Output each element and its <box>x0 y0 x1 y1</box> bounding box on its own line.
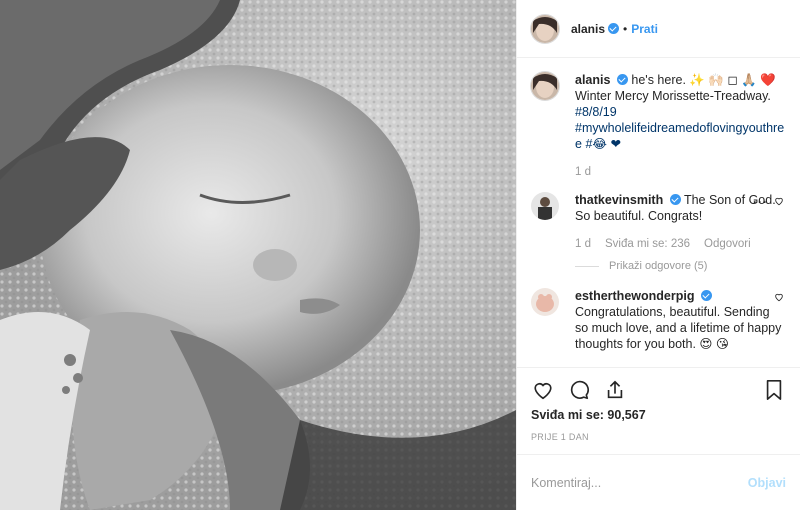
avatar[interactable] <box>531 72 559 100</box>
bookmark-icon[interactable] <box>762 378 786 402</box>
comment-text: Congratulations, beautiful. Sending so m… <box>575 305 782 351</box>
separator-dot: • <box>623 21 628 36</box>
avatar[interactable] <box>531 288 559 316</box>
comment-username[interactable]: estherthewonderpig <box>575 289 694 303</box>
caption: alanis he's here. ✨ 🙌🏻 ◻ 🙏🏼 ❤️ Winter Me… <box>531 72 786 180</box>
verified-badge-icon <box>669 194 681 205</box>
action-icons <box>531 374 786 406</box>
comments-list: alanis he's here. ✨ 🙌🏻 ◻ 🙏🏼 ❤️ Winter Me… <box>517 58 800 367</box>
post-timestamp[interactable]: PRIJE 1 DAN <box>531 432 786 442</box>
caption-time[interactable]: 1 d <box>575 164 591 180</box>
heart-icon[interactable] <box>774 196 784 206</box>
post-comment-button[interactable]: Objavi <box>748 476 786 490</box>
comment-meta: 1 d Sviđa mi se: 236 Odgovori <box>575 236 786 252</box>
comment-time[interactable]: 1 d <box>575 236 591 252</box>
comment-input[interactable]: Komentiraj... <box>531 476 748 490</box>
comment-icon[interactable] <box>567 378 591 402</box>
caption-username[interactable]: alanis <box>575 73 610 87</box>
verified-badge-icon <box>608 23 620 34</box>
avatar[interactable] <box>531 192 559 220</box>
instagram-post: alanis • Prati alanis he's here. ✨ 🙌🏻 ◻ … <box>0 0 800 510</box>
likes-count[interactable]: Sviđa mi se: 90,567 <box>531 408 786 422</box>
post-header: alanis • Prati <box>517 0 800 58</box>
view-replies[interactable]: Prikaži odgovore (5) <box>575 260 786 272</box>
add-comment-bar: Komentiraj... Objavi <box>517 454 800 510</box>
share-icon[interactable] <box>603 378 627 402</box>
comment-username[interactable]: thatkevinsmith <box>575 193 663 207</box>
heart-icon[interactable] <box>531 378 555 402</box>
replies-divider <box>575 265 599 267</box>
caption-body: alanis he's here. ✨ 🙌🏻 ◻ 🙏🏼 ❤️ Winter Me… <box>575 72 786 180</box>
verified-badge-icon <box>700 290 712 301</box>
view-replies-label[interactable]: Prikaži odgovore (5) <box>609 260 707 272</box>
newborn-photo-image <box>0 0 516 510</box>
reply-button[interactable]: Odgovori <box>704 236 751 252</box>
hashtag-link[interactable]: #8/8/19 <box>575 105 617 119</box>
post-photo[interactable] <box>0 0 516 510</box>
comment-likes[interactable]: Sviđa mi se: 236 <box>605 236 690 252</box>
heart-icon[interactable] <box>774 292 784 302</box>
avatar[interactable] <box>531 14 559 43</box>
comment: thatkevinsmith The Son of God. So beauti… <box>531 192 786 252</box>
header-username[interactable]: alanis <box>571 22 605 36</box>
verified-badge-icon <box>616 74 628 85</box>
caption-meta: 1 d <box>575 164 786 180</box>
hashtag-link[interactable]: #😂 ❤ <box>585 137 621 151</box>
post-side-panel: alanis • Prati alanis he's here. ✨ 🙌🏻 ◻ … <box>516 0 800 510</box>
comment: estherthewonderpig Congratulations, beau… <box>531 288 786 352</box>
follow-button[interactable]: Prati <box>631 22 658 36</box>
post-actions: Sviđa mi se: 90,567 PRIJE 1 DAN <box>517 367 800 454</box>
more-icon[interactable]: ··· <box>753 195 768 209</box>
comment-body: estherthewonderpig Congratulations, beau… <box>575 288 786 352</box>
